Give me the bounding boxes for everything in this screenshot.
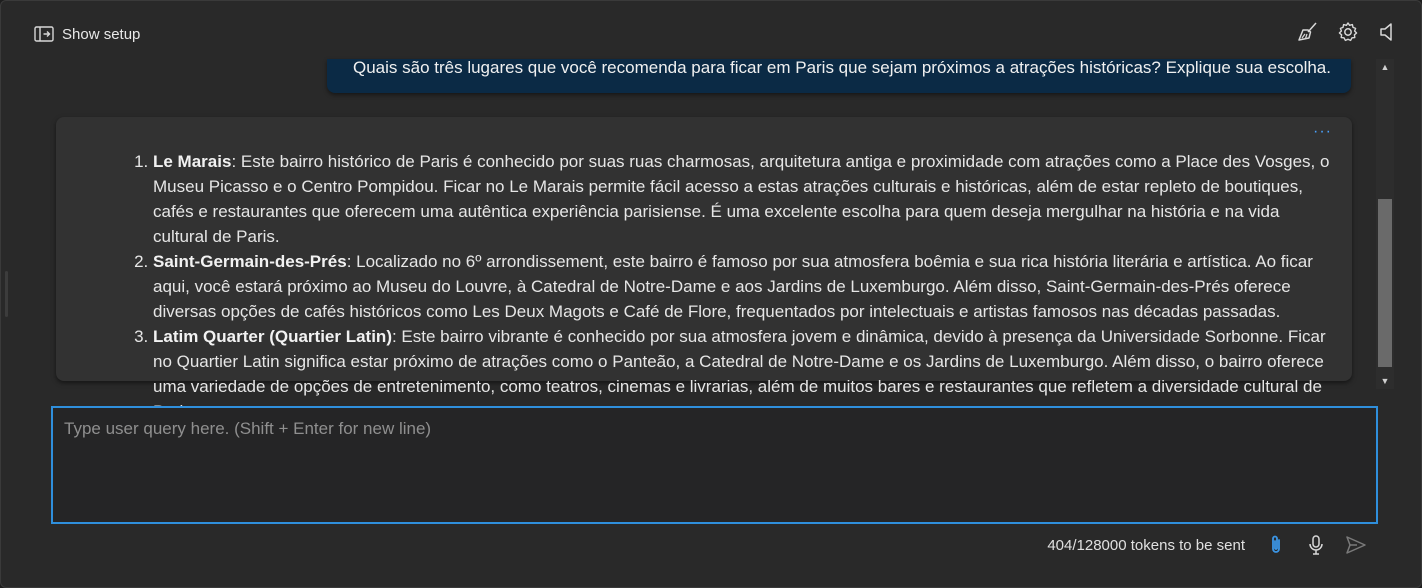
send-icon[interactable] bbox=[1345, 534, 1367, 556]
gear-icon[interactable] bbox=[1337, 21, 1359, 43]
user-message-text: Quais são três lugares que você recomend… bbox=[353, 58, 1331, 77]
list-item-title: Latim Quarter (Quartier Latin) bbox=[153, 327, 392, 346]
show-setup-button[interactable]: Show setup bbox=[34, 23, 140, 45]
show-setup-label: Show setup bbox=[62, 25, 141, 43]
broom-icon[interactable] bbox=[1297, 21, 1319, 43]
assistant-list: Le Marais: Este bairro histórico de Pari… bbox=[56, 149, 1352, 424]
more-options-icon[interactable]: ··· bbox=[1313, 123, 1332, 141]
scroll-up-icon[interactable]: ▲ bbox=[1376, 59, 1394, 75]
chat-scrollbar[interactable]: ▲ ▼ bbox=[1376, 59, 1394, 389]
speaker-icon[interactable] bbox=[1377, 21, 1399, 43]
list-item-title: Le Marais bbox=[153, 152, 232, 171]
user-message: Quais são três lugares que você recomend… bbox=[327, 58, 1351, 93]
scroll-down-icon[interactable]: ▼ bbox=[1376, 373, 1394, 389]
input-footer: 404/128000 tokens to be sent bbox=[1047, 533, 1367, 557]
query-input[interactable] bbox=[53, 408, 1376, 522]
chat-history: Quais são três lugares que você recomend… bbox=[1, 58, 1421, 421]
list-item: Le Marais: Este bairro histórico de Pari… bbox=[153, 149, 1336, 249]
token-count: 404/128000 tokens to be sent bbox=[1047, 536, 1245, 554]
microphone-icon[interactable] bbox=[1305, 534, 1327, 556]
query-input-box[interactable] bbox=[51, 406, 1378, 524]
panel-toggle-icon bbox=[34, 26, 54, 42]
list-item: Saint-Germain-des-Prés: Localizado no 6º… bbox=[153, 249, 1336, 324]
list-item-title: Saint-Germain-des-Prés bbox=[153, 252, 347, 271]
scrollbar-thumb[interactable] bbox=[1378, 199, 1392, 367]
chat-window: Show setup Quais são três lugares que vo… bbox=[0, 0, 1422, 588]
list-item-text: : Este bairro histórico de Paris é conhe… bbox=[153, 152, 1330, 246]
resize-handle[interactable] bbox=[5, 271, 8, 317]
assistant-message: ··· Le Marais: Este bairro histórico de … bbox=[56, 117, 1352, 421]
paperclip-icon[interactable] bbox=[1265, 534, 1287, 556]
top-bar: Show setup bbox=[1, 1, 1421, 59]
